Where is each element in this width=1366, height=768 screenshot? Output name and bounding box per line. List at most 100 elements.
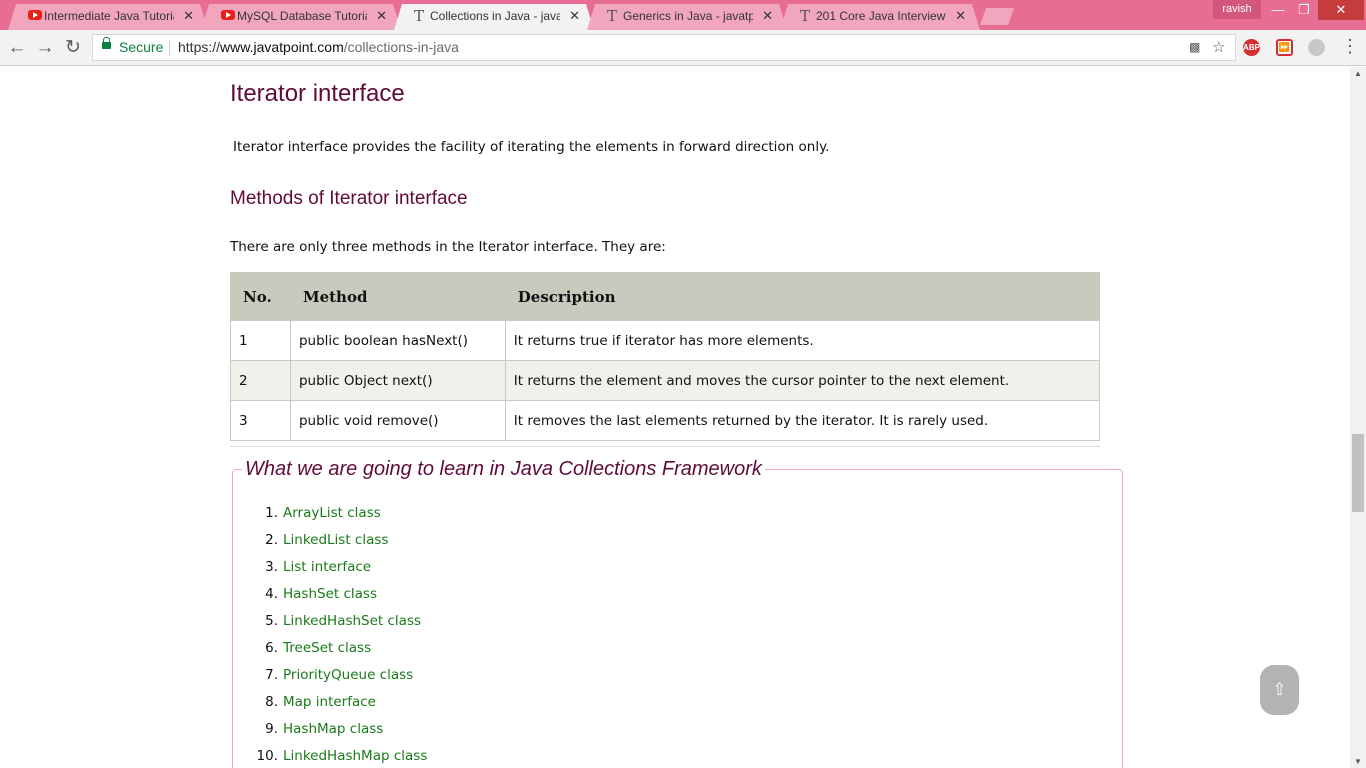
table-cell: It returns true if iterator has more ele…: [504, 320, 1101, 361]
intro-text: Iterator interface provides the facility…: [233, 139, 830, 155]
table-header-row: No. Method Description: [230, 272, 1101, 321]
youtube-icon: [221, 10, 235, 20]
methods-table: No. Method Description 1 public boolean …: [230, 272, 1101, 441]
list-item: 8. Map interface: [254, 693, 427, 720]
list-number: 9.: [265, 721, 278, 737]
learn-link[interactable]: HashMap class: [283, 721, 383, 737]
url-host: www.javatpoint.com: [220, 39, 344, 55]
url-path: /collections-in-java: [343, 39, 459, 55]
list-number: 1.: [265, 505, 278, 521]
close-tab-icon[interactable]: ✕: [955, 4, 966, 28]
reload-icon[interactable]: ↻: [61, 36, 85, 60]
back-icon[interactable]: ←: [5, 36, 29, 60]
close-tab-icon[interactable]: ✕: [376, 4, 387, 28]
list-number: 4.: [265, 586, 278, 602]
learn-link[interactable]: Map interface: [283, 694, 376, 710]
tab-title: 201 Core Java Interview Q: [816, 9, 946, 23]
menu-icon[interactable]: ⋮: [1341, 36, 1359, 57]
list-number: 8.: [265, 694, 278, 710]
list-item: 9. HashMap class: [254, 720, 427, 747]
lock-icon: [102, 37, 111, 49]
table-cell: 3: [230, 400, 291, 441]
javatpoint-icon: T: [800, 7, 811, 25]
divider: [230, 446, 1100, 447]
scroll-thumb[interactable]: [1352, 434, 1364, 512]
list-item: 6. TreeSet class: [254, 639, 427, 666]
browser-tab[interactable]: T 201 Core Java Interview Q ✕: [780, 4, 980, 30]
scrollbar[interactable]: ▲ ▼: [1350, 67, 1366, 768]
blocked-content-icon[interactable]: ▩: [1189, 40, 1200, 54]
table-row: 3 public void remove() It removes the la…: [230, 400, 1101, 441]
list-item: 7. PriorityQueue class: [254, 666, 427, 693]
browser-tab[interactable]: T Generics in Java - javatpo ✕: [587, 4, 787, 30]
url-scheme: https://: [178, 39, 221, 55]
learn-box-title: What we are going to learn in Java Colle…: [242, 458, 765, 481]
learn-link[interactable]: List interface: [283, 559, 371, 575]
list-number: 2.: [265, 532, 278, 548]
javatpoint-icon: T: [414, 7, 425, 25]
list-item: 10. LinkedHashMap class: [254, 747, 428, 768]
learn-link[interactable]: PriorityQueue class: [283, 667, 413, 683]
tab-title: Intermediate Java Tutoria: [44, 9, 174, 23]
list-item: 5. LinkedHashSet class: [254, 612, 427, 639]
list-number: 5.: [265, 613, 278, 629]
list-number: 6.: [265, 640, 278, 656]
learn-link[interactable]: LinkedHashSet class: [283, 613, 421, 629]
learn-link[interactable]: LinkedHashMap class: [283, 748, 427, 764]
address-bar[interactable]: Secure https://www.javatpoint.com/collec…: [92, 34, 1236, 61]
tab-strip: Intermediate Java Tutoria ✕ MySQL Databa…: [0, 0, 1366, 30]
browser-tab[interactable]: Intermediate Java Tutoria ✕: [8, 4, 208, 30]
table-cell: 2: [230, 360, 291, 401]
list-item: 2. LinkedList class: [254, 531, 427, 558]
adblock-icon[interactable]: ABP: [1243, 39, 1260, 56]
lead-text: There are only three methods in the Iter…: [230, 239, 666, 255]
profile-button[interactable]: ravish: [1213, 0, 1261, 19]
learn-link[interactable]: HashSet class: [283, 586, 377, 602]
tab-title: Collections in Java - javat: [430, 9, 560, 23]
table-cell: public boolean hasNext(): [289, 320, 506, 361]
list-item: 1. ArrayList class: [254, 504, 427, 531]
extension-icon[interactable]: [1308, 39, 1325, 56]
learn-link[interactable]: LinkedList class: [283, 532, 388, 548]
column-header: Method: [289, 272, 506, 321]
close-tab-icon[interactable]: ✕: [762, 4, 773, 28]
close-tab-icon[interactable]: ✕: [183, 4, 194, 28]
table-cell: 1: [230, 320, 291, 361]
section-subheading: Methods of Iterator interface: [230, 188, 468, 209]
list-item: 4. HashSet class: [254, 585, 427, 612]
table-cell: It removes the last elements returned by…: [504, 400, 1101, 441]
close-window-icon[interactable]: ✕: [1318, 0, 1364, 20]
bookmark-star-icon[interactable]: ☆: [1212, 38, 1225, 56]
column-header: Description: [504, 272, 1101, 321]
forward-icon[interactable]: →: [33, 36, 57, 60]
table-cell: public void remove(): [289, 400, 506, 441]
list-number: 3.: [265, 559, 278, 575]
tab-title: Generics in Java - javatpo: [623, 9, 753, 23]
extension-icon[interactable]: ⏩: [1276, 39, 1293, 56]
scroll-to-top-button[interactable]: ⇧: [1260, 665, 1299, 715]
table-cell: public Object next(): [289, 360, 506, 401]
scroll-down-icon[interactable]: ▼: [1354, 757, 1362, 766]
restore-icon[interactable]: ❐: [1291, 0, 1317, 20]
minimize-icon[interactable]: —: [1265, 0, 1291, 20]
list-number: 7.: [265, 667, 278, 683]
table-cell: It returns the element and moves the cur…: [504, 360, 1101, 401]
column-header: No.: [230, 272, 291, 321]
browser-tab[interactable]: MySQL Database Tutoria ✕: [201, 4, 401, 30]
learn-list: 1. ArrayList class 2. LinkedList class 3. L…: [254, 504, 428, 768]
close-tab-icon[interactable]: ✕: [569, 4, 580, 28]
learn-link[interactable]: TreeSet class: [283, 640, 371, 656]
list-number: 10.: [256, 748, 278, 764]
browser-tab-active[interactable]: T Collections in Java - javat ✕: [394, 4, 594, 30]
table-row: 1 public boolean hasNext() It returns tr…: [230, 320, 1101, 361]
list-item: 3. List interface: [254, 558, 427, 585]
tab-title: MySQL Database Tutoria: [237, 9, 367, 23]
browser-toolbar: ← → ↻ Secure https://www.javatpoint.com/…: [0, 30, 1366, 66]
secure-label: Secure: [119, 39, 164, 55]
new-tab-button[interactable]: [980, 8, 1014, 25]
section-heading: Iterator interface: [230, 80, 405, 107]
learn-link[interactable]: ArrayList class: [283, 505, 381, 521]
page-content: Iterator interface Iterator interface pr…: [0, 67, 1350, 768]
scroll-up-icon[interactable]: ▲: [1354, 69, 1362, 78]
url-text[interactable]: https://www.javatpoint.com/collections-i…: [178, 39, 459, 55]
